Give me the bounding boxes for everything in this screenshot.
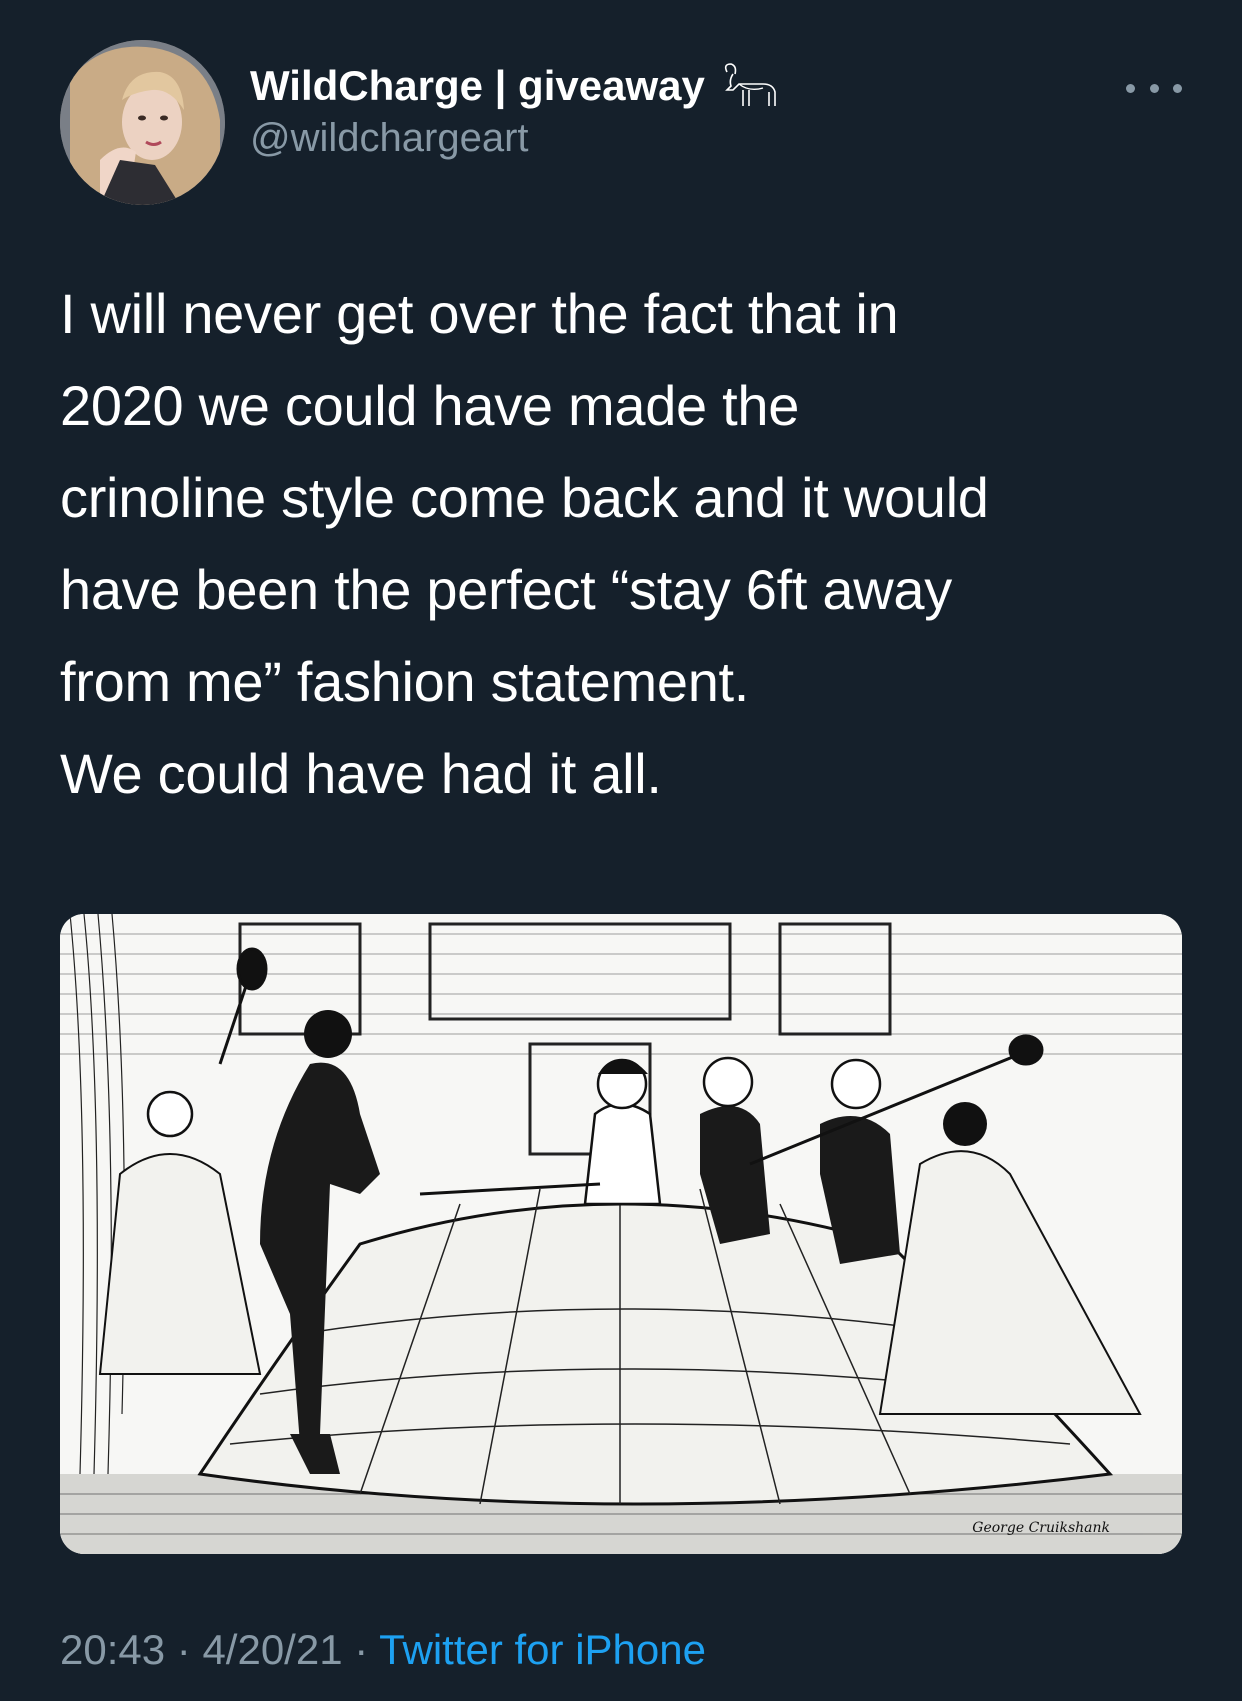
tweet-source-link[interactable]: Twitter for iPhone bbox=[379, 1626, 706, 1673]
tweet-date[interactable]: 4/20/21 bbox=[202, 1626, 342, 1673]
separator: · bbox=[165, 1626, 203, 1673]
separator: · bbox=[342, 1626, 380, 1673]
tweet-time[interactable]: 20:43 bbox=[60, 1626, 165, 1673]
avatar[interactable] bbox=[60, 40, 225, 205]
tweet-line: have been the perfect “stay 6ft away bbox=[60, 558, 952, 621]
goat-icon bbox=[724, 63, 776, 106]
tweet-line: crinoline style come back and it would bbox=[60, 466, 989, 529]
tweet-line: We could have had it all. bbox=[60, 742, 662, 805]
tweet-footer: 20:43 · 4/20/21 · Twitter for iPhone bbox=[60, 1626, 706, 1674]
signature: George Cruikshank bbox=[972, 1520, 1110, 1536]
crinoline-illustration: George Cruikshank bbox=[60, 914, 1182, 1554]
more-options-icon[interactable] bbox=[1126, 78, 1182, 98]
tweet-line: from me” fashion statement. bbox=[60, 650, 750, 713]
tweet-line: 2020 we could have made the bbox=[60, 374, 800, 437]
tweet-line: I will never get over the fact that in bbox=[60, 282, 899, 345]
user-handle[interactable]: @wildchargeart bbox=[250, 116, 781, 161]
tweet-header: WildCharge | giveaway @wildchargeart bbox=[60, 40, 1182, 210]
tweet-image[interactable]: George Cruikshank bbox=[60, 914, 1182, 1554]
display-name[interactable]: WildCharge | giveaway bbox=[250, 62, 705, 110]
tweet-text: I will never get over the fact that in 2… bbox=[60, 268, 1210, 820]
